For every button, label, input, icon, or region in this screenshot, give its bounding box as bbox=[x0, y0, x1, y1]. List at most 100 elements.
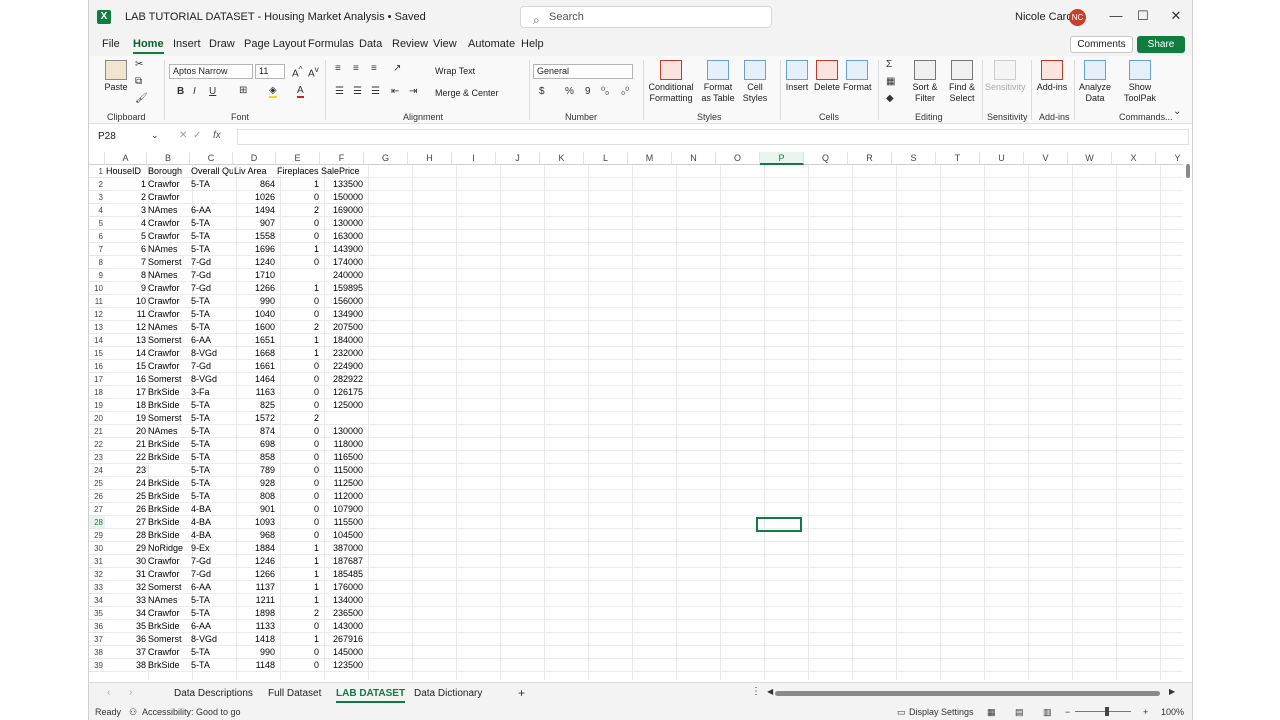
increase-decimal-icon[interactable]: ⁰₀ bbox=[601, 86, 609, 97]
sheet-tab-full-dataset[interactable]: Full Dataset bbox=[268, 688, 321, 699]
row-header[interactable]: 14 bbox=[89, 334, 105, 347]
row-header[interactable]: 31 bbox=[89, 555, 105, 568]
cell[interactable]: Crawfor bbox=[147, 568, 190, 581]
cell[interactable]: 1 bbox=[276, 334, 320, 347]
cell[interactable]: 6-AA bbox=[190, 334, 233, 347]
align-middle-icon[interactable]: ≡ bbox=[353, 63, 359, 74]
cell[interactable]: 112500 bbox=[320, 477, 364, 490]
cell[interactable]: 267916 bbox=[320, 633, 364, 646]
active-cell-selection[interactable] bbox=[756, 517, 802, 532]
bold-icon[interactable]: B bbox=[177, 86, 184, 97]
cell[interactable]: 6 bbox=[105, 243, 147, 256]
cell[interactable]: 6-AA bbox=[190, 581, 233, 594]
cell[interactable]: Somerst bbox=[147, 581, 190, 594]
cell[interactable]: 4 bbox=[105, 217, 147, 230]
cell[interactable]: 0 bbox=[276, 529, 320, 542]
cell[interactable]: 0 bbox=[276, 451, 320, 464]
cell[interactable]: 0 bbox=[276, 230, 320, 243]
cell[interactable]: 8 bbox=[105, 269, 147, 282]
column-header-t[interactable]: T bbox=[936, 152, 980, 165]
tab-page-layout[interactable]: Page Layout bbox=[244, 38, 306, 50]
name-box[interactable]: P28 bbox=[95, 130, 159, 144]
cell[interactable]: 1 bbox=[276, 347, 320, 360]
row-header[interactable]: 30 bbox=[89, 542, 105, 555]
cell[interactable]: 6-AA bbox=[190, 620, 233, 633]
row-header[interactable]: 38 bbox=[89, 646, 105, 659]
cell[interactable]: 0 bbox=[276, 425, 320, 438]
column-header-h[interactable]: H bbox=[408, 152, 452, 165]
row-header[interactable]: 3 bbox=[89, 191, 105, 204]
cell[interactable]: 9 bbox=[105, 282, 147, 295]
column-header-n[interactable]: N bbox=[672, 152, 716, 165]
cell[interactable]: 134900 bbox=[320, 308, 364, 321]
cell[interactable]: 907 bbox=[233, 217, 276, 230]
cell[interactable]: 15 bbox=[105, 360, 147, 373]
cell[interactable] bbox=[320, 412, 364, 425]
cell[interactable]: 1 bbox=[276, 282, 320, 295]
cell[interactable]: Crawfor bbox=[147, 295, 190, 308]
cell[interactable]: 25 bbox=[105, 490, 147, 503]
cell[interactable]: 20 bbox=[105, 425, 147, 438]
column-header-c[interactable]: C bbox=[190, 152, 233, 165]
column-header-p[interactable]: P bbox=[760, 152, 804, 165]
cell[interactable]: BrkSide bbox=[147, 399, 190, 412]
cell[interactable]: 159895 bbox=[320, 282, 364, 295]
cell[interactable]: 1464 bbox=[233, 373, 276, 386]
italic-icon[interactable]: I bbox=[193, 86, 196, 97]
next-sheet-icon[interactable]: › bbox=[129, 687, 132, 698]
cell[interactable]: 5-TA bbox=[190, 243, 233, 256]
cell[interactable]: NAmes bbox=[147, 243, 190, 256]
cell[interactable]: NAmes bbox=[147, 269, 190, 282]
cell[interactable]: 112000 bbox=[320, 490, 364, 503]
row-header[interactable]: 17 bbox=[89, 373, 105, 386]
cell[interactable]: 156000 bbox=[320, 295, 364, 308]
cell[interactable]: 176000 bbox=[320, 581, 364, 594]
cell[interactable]: 1572 bbox=[233, 412, 276, 425]
cell[interactable]: 789 bbox=[233, 464, 276, 477]
increase-font-icon[interactable]: A^ bbox=[292, 64, 303, 79]
tab-formulas[interactable]: Formulas bbox=[308, 38, 354, 50]
cell[interactable]: BrkSide bbox=[147, 386, 190, 399]
cell[interactable]: 184000 bbox=[320, 334, 364, 347]
row-header[interactable]: 35 bbox=[89, 607, 105, 620]
scroll-right-icon[interactable]: ▶ bbox=[1169, 687, 1175, 696]
select-all-corner[interactable] bbox=[89, 152, 105, 165]
prev-sheet-icon[interactable]: ‹ bbox=[107, 687, 110, 698]
tab-insert[interactable]: Insert bbox=[173, 38, 201, 50]
column-header-o[interactable]: O bbox=[716, 152, 760, 165]
zoom-slider-thumb[interactable] bbox=[1105, 707, 1109, 716]
cell[interactable]: 1148 bbox=[233, 659, 276, 672]
cell[interactable]: 1 bbox=[276, 178, 320, 191]
sort-filter-button[interactable]: Sort & Filter bbox=[907, 60, 943, 104]
cell[interactable]: 23 bbox=[105, 464, 147, 477]
cell[interactable]: 1558 bbox=[233, 230, 276, 243]
cell[interactable]: 1 bbox=[276, 581, 320, 594]
column-header-f[interactable]: F bbox=[320, 152, 364, 165]
cell[interactable]: 24 bbox=[105, 477, 147, 490]
row-header[interactable]: 9 bbox=[89, 269, 105, 282]
row-header[interactable]: 32 bbox=[89, 568, 105, 581]
accessibility-status[interactable]: Accessibility: Good to go bbox=[142, 707, 241, 717]
more-options-icon[interactable]: ⋮ bbox=[751, 686, 761, 697]
cell[interactable]: 0 bbox=[276, 503, 320, 516]
cell[interactable]: Crawfor bbox=[147, 282, 190, 295]
cell[interactable]: 0 bbox=[276, 256, 320, 269]
tab-file[interactable]: File bbox=[102, 38, 120, 50]
cell[interactable]: 125000 bbox=[320, 399, 364, 412]
merge-center-button[interactable]: Merge & Center bbox=[435, 88, 499, 98]
cell[interactable]: 5-TA bbox=[190, 451, 233, 464]
row-header[interactable]: 4 bbox=[89, 204, 105, 217]
cell[interactable]: Overall Qu bbox=[190, 165, 233, 178]
cell[interactable]: 31 bbox=[105, 568, 147, 581]
row-header[interactable]: 5 bbox=[89, 217, 105, 230]
cell[interactable]: 7 bbox=[105, 256, 147, 269]
sheet-tab-data-descriptions[interactable]: Data Descriptions bbox=[174, 688, 253, 699]
cell[interactable]: 1651 bbox=[233, 334, 276, 347]
cell[interactable]: 7-Gd bbox=[190, 282, 233, 295]
cell[interactable]: 107900 bbox=[320, 503, 364, 516]
cell[interactable]: 4-BA bbox=[190, 516, 233, 529]
cell[interactable]: 825 bbox=[233, 399, 276, 412]
cell[interactable]: 2 bbox=[276, 607, 320, 620]
column-header-u[interactable]: U bbox=[980, 152, 1024, 165]
cell[interactable]: 1 bbox=[276, 542, 320, 555]
